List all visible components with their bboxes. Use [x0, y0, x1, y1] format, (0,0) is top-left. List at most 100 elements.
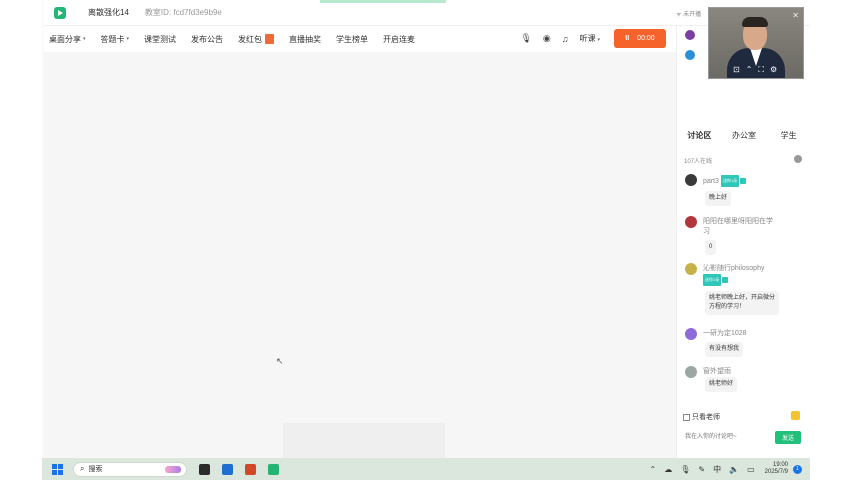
send-button[interactable]: 发送: [775, 431, 801, 444]
clock[interactable]: 19:00 2025/7/9: [765, 462, 788, 476]
clock-time: 19:00: [772, 462, 788, 468]
cloud-icon[interactable]: ☁: [664, 465, 672, 474]
pause-icon: II: [625, 35, 630, 42]
fullscreen-icon[interactable]: ⛶: [758, 65, 764, 75]
chat-bubble-line2: 方程的学习！: [709, 304, 746, 310]
room-id: 教室ID: fcd7fd3e9b9e: [144, 8, 222, 17]
bottom-page-strip[interactable]: [283, 423, 445, 458]
powerpoint-icon[interactable]: [245, 463, 256, 475]
tool-red-packet[interactable]: 发红包: [238, 34, 275, 45]
task-view-icon[interactable]: [199, 463, 210, 475]
pen-icon[interactable]: ✎: [698, 465, 705, 474]
video-person-hair: [742, 17, 768, 27]
tool-open-mic-label: 开启连麦: [383, 34, 416, 44]
start-live-button[interactable]: II 00:00: [614, 29, 666, 48]
red-packet-icon: [265, 34, 275, 44]
teacher-avatar[interactable]: [685, 30, 695, 40]
side-panel: 讨论区 办公室 学生 107人在线 part3 送你1朵 晚上好 阳阳在哪里呀阳阳…: [676, 26, 810, 458]
chevron-up-icon[interactable]: ⌃: [650, 465, 657, 474]
tool-open-mic[interactable]: 开启连麦: [383, 34, 415, 45]
chat-bubble: 0: [705, 240, 717, 255]
online-count: 107人在线: [684, 159, 713, 165]
chevron-down-icon: ▾: [597, 37, 600, 43]
only-teacher-toggle[interactable]: 只看老师: [683, 412, 720, 422]
live-app-icon[interactable]: [268, 463, 279, 475]
system-tray: ⌃ ☁ 🎙 ✎ 中 🔈 ▭ 19:00 2025/7/9 1: [642, 458, 802, 480]
taskbar-search-label: 搜索: [88, 466, 103, 473]
chat-username-text: 沁影随行philosophy: [703, 265, 765, 272]
display-icon[interactable]: ▭: [747, 465, 755, 474]
widgets-icon[interactable]: [222, 463, 233, 475]
collapse-icon[interactable]: ⌃: [746, 65, 753, 75]
tool-student-ranking-label: 学生榜单: [336, 34, 369, 44]
chat-bubble: 有没有想我: [705, 342, 744, 357]
chevron-down-icon: ▾: [83, 36, 86, 42]
only-teacher-label: 只看老师: [692, 414, 720, 421]
toolbar: 桌面分享 ▾ 答题卡 ▾ 课堂测试 发布公告 发红包 直播抽奖 学生榜单 开启连麦 …: [44, 26, 676, 52]
toolbar-right: 🎙 ◉ ♫ 听课 ▾ II 00:00: [520, 29, 666, 48]
gift-icon: [722, 277, 729, 283]
tool-red-packet-label: 发红包: [238, 34, 263, 44]
tool-student-ranking[interactable]: 学生榜单: [336, 34, 368, 45]
user-avatar: [685, 263, 697, 275]
close-icon[interactable]: ✕: [792, 11, 799, 20]
chat-bubble: 姚老师好: [705, 377, 738, 392]
tool-class-test[interactable]: 课堂测试: [144, 34, 176, 45]
tab-discussion[interactable]: 讨论区: [677, 130, 722, 148]
teacher-video[interactable]: ✕ ⊡ ⌃ ⛶ ⚙: [708, 7, 804, 79]
chat-bubble: 晚上好: [705, 191, 732, 206]
whiteboard-canvas[interactable]: ↖: [44, 52, 676, 458]
screenshot-icon[interactable]: ⊡: [733, 65, 740, 75]
emoji-icon[interactable]: [791, 411, 800, 420]
chat-username: 阳阳在哪里呀阳阳在学习: [703, 217, 773, 237]
teacher-list: [685, 30, 695, 70]
listen-mode-select[interactable]: 听课 ▾: [579, 33, 600, 44]
user-avatar: [685, 174, 697, 186]
user-avatar: [685, 366, 697, 378]
tool-publish-notice[interactable]: 发布公告: [191, 34, 223, 45]
microphone-icon[interactable]: 🎙: [520, 33, 531, 44]
chevron-down-icon: ▾: [126, 36, 130, 42]
settings-icon[interactable]: [794, 155, 802, 163]
chat-bubble: 姚老师晚上好，开启微分 方程的学习！: [705, 291, 780, 315]
chat-username: 一研为定1028: [703, 330, 747, 337]
chat-username: 沁影随行philosophy 送你1朵: [703, 264, 764, 286]
search-icon: ⌕: [80, 464, 85, 473]
video-controls: ⊡ ⌃ ⛶ ⚙: [733, 65, 777, 75]
chat-username: 窗外望雨: [703, 368, 731, 375]
tab-students[interactable]: 学生: [766, 130, 811, 148]
tool-answer-card-label: 答题卡: [100, 34, 125, 44]
network-status: ᯤ 未开播: [676, 12, 702, 18]
tool-answer-card[interactable]: 答题卡 ▾: [101, 34, 130, 45]
camera-icon[interactable]: ◉: [543, 33, 551, 44]
tool-desktop-share-label: 桌面分享: [49, 34, 81, 44]
ime-indicator[interactable]: 中: [713, 464, 721, 475]
title-bar: 离散强化14 教室ID: fcd7fd3e9b9e ᯤ 未开播: [44, 0, 810, 26]
tool-desktop-share[interactable]: 桌面分享 ▾: [49, 34, 86, 45]
chat-input[interactable]: [685, 430, 773, 444]
screen: 离散强化14 教室ID: fcd7fd3e9b9e ᯤ 未开播 桌面分享 ▾ 答题…: [0, 0, 852, 480]
tool-class-test-label: 课堂测试: [144, 34, 177, 44]
gift-icon: [740, 178, 747, 184]
mic-tray-icon[interactable]: 🎙: [680, 465, 690, 474]
top-progress-indicator: [320, 0, 446, 3]
chat-bubble-line1: 姚老师晚上好，开启微分: [709, 295, 776, 301]
user-avatar: [685, 328, 697, 340]
settings-icon[interactable]: ⚙: [770, 65, 777, 75]
taskbar-search[interactable]: ⌕ 搜索: [73, 461, 187, 477]
left-margin: [0, 0, 42, 480]
live-timer: 00:00: [637, 35, 655, 42]
assistant-avatar[interactable]: [685, 50, 695, 60]
chat-username-text: part3: [703, 177, 719, 185]
app-logo-icon: [54, 6, 66, 19]
music-icon[interactable]: ♫: [562, 34, 569, 44]
windows-start-icon[interactable]: [52, 463, 63, 475]
tool-publish-notice-label: 发布公告: [191, 34, 224, 44]
user-avatar: [685, 216, 697, 228]
tool-lottery[interactable]: 直播抽奖: [289, 34, 321, 45]
tab-office[interactable]: 办公室: [722, 130, 767, 148]
volume-icon[interactable]: 🔈: [729, 465, 739, 474]
chat-username-text-line2: 习: [703, 228, 710, 235]
only-teacher-checkbox[interactable]: [683, 413, 690, 421]
notification-badge[interactable]: 1: [793, 464, 802, 474]
